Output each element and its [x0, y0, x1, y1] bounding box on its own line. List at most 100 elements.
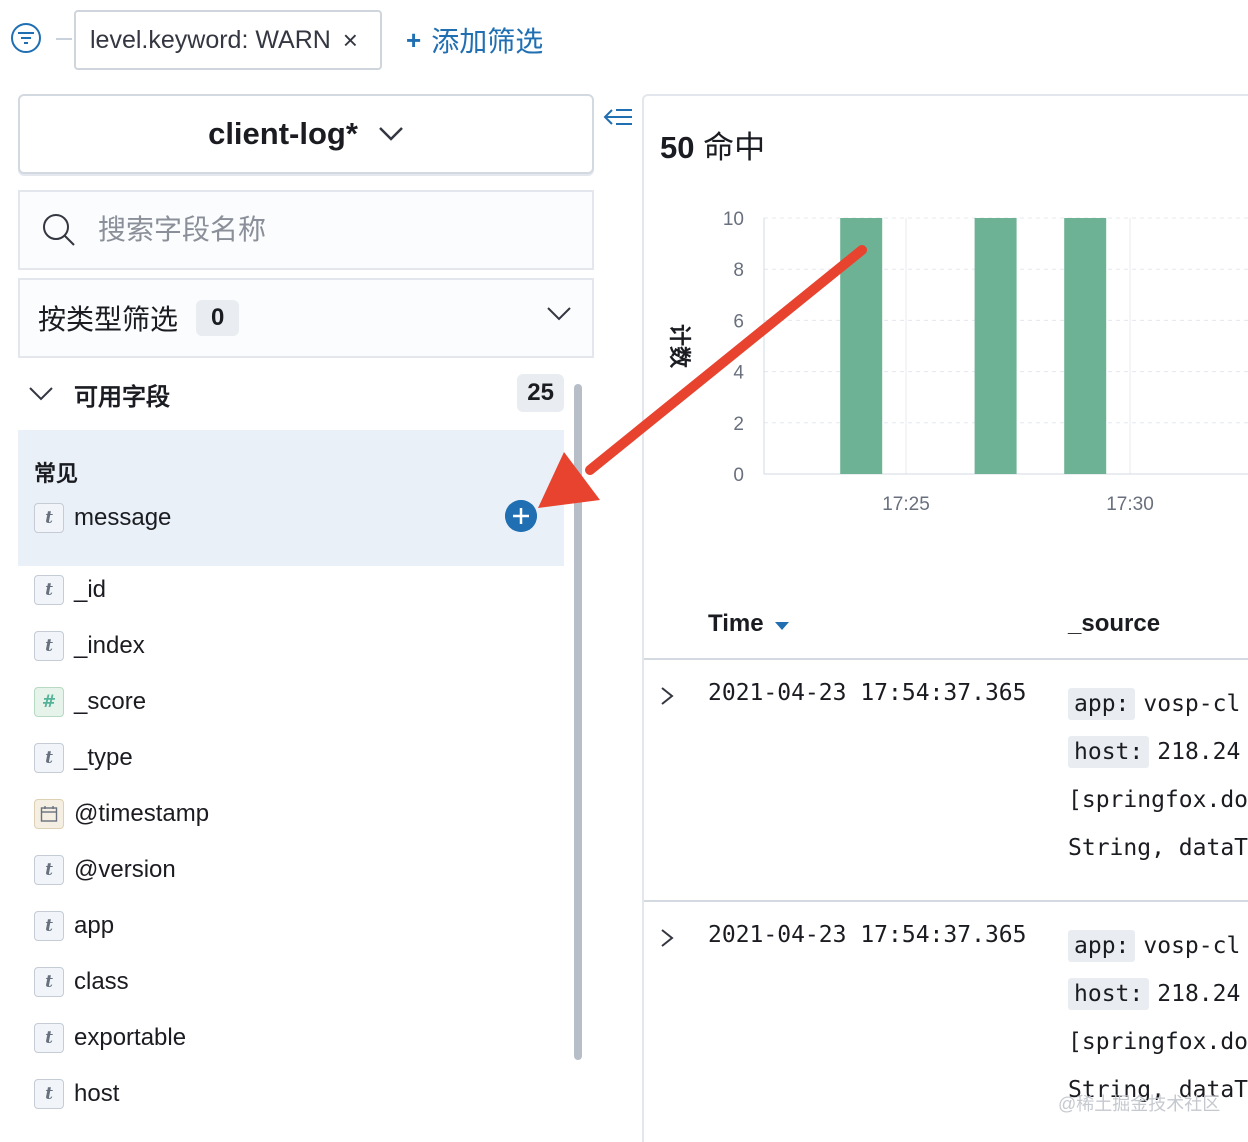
field-item[interactable]: t _id — [34, 574, 106, 606]
field-name: @timestamp — [74, 800, 210, 827]
source-value: 218.24 — [1157, 739, 1241, 765]
histogram-chart[interactable]: 0 2 4 6 8 10 17:25 17:30 计数 — [652, 196, 1248, 536]
search-icon — [43, 214, 75, 246]
watermark: @稀土掘金技术社区 — [1058, 1094, 1221, 1114]
source-text: String, dataT — [1068, 835, 1248, 861]
add-filter-button[interactable]: + 添加筛选 — [406, 20, 543, 60]
string-type-icon: t — [34, 743, 64, 773]
field-name: message — [74, 504, 172, 531]
y-tick-label: 2 — [733, 414, 744, 435]
sidebar-scrollbar[interactable] — [574, 384, 582, 1060]
add-field-button[interactable] — [505, 500, 537, 532]
source-value: vosp-cl — [1143, 933, 1241, 959]
field-name: app — [74, 912, 115, 939]
field-name: class — [74, 968, 129, 995]
field-item[interactable]: t exportable — [34, 1022, 186, 1054]
field-item[interactable]: t _index — [34, 630, 145, 662]
y-tick-label: 4 — [733, 363, 744, 384]
filter-pill[interactable]: level.keyword: WARN × — [74, 10, 382, 70]
chevron-down-icon — [547, 307, 571, 321]
string-type-icon: t — [34, 631, 64, 661]
field-item[interactable]: t _type — [34, 742, 133, 774]
type-filter-count: 0 — [196, 300, 240, 336]
y-tick-label: 10 — [723, 209, 744, 230]
field-item[interactable]: t host — [34, 1078, 119, 1110]
field-search-input[interactable] — [98, 214, 578, 246]
y-tick-label: 6 — [733, 311, 744, 332]
field-name: @version — [74, 856, 176, 883]
row-source: app: vosp-cl host: 218.24 [springfox.do St… — [1068, 922, 1248, 1114]
time-column-label: Time — [708, 610, 764, 637]
string-type-icon: t — [34, 503, 64, 533]
available-fields-label: 可用字段 — [74, 383, 170, 411]
available-fields-toggle[interactable]: 可用字段 25 — [28, 374, 564, 414]
string-type-icon: t — [34, 855, 64, 885]
common-fields-section: 常见 — [18, 430, 564, 566]
field-item[interactable]: t @version — [34, 854, 176, 886]
common-fields-label: 常见 — [34, 461, 79, 486]
chevron-down-icon — [379, 127, 403, 141]
number-type-icon: # — [34, 687, 64, 717]
type-filter-button[interactable]: 按类型筛选 0 — [18, 278, 594, 358]
filter-connector — [56, 38, 72, 40]
string-type-icon: t — [34, 1023, 64, 1053]
source-text: [springfox.do — [1068, 1029, 1248, 1055]
chevron-right-icon[interactable] — [660, 928, 674, 948]
field-name: exportable — [74, 1024, 187, 1051]
string-type-icon: t — [34, 911, 64, 941]
field-item[interactable]: t app — [34, 910, 114, 942]
table-row: 2021-04-23 17:54:37.365 app: vosp-cl host… — [644, 670, 1248, 910]
plus-icon: + — [406, 24, 422, 55]
available-fields-count: 25 — [517, 374, 564, 412]
x-tick-label: 17:30 — [1106, 494, 1154, 515]
y-tick-label: 0 — [733, 465, 744, 486]
source-key: app: — [1068, 930, 1136, 962]
row-source: app: vosp-cl host: 218.24 [springfox.do St… — [1068, 680, 1248, 872]
row-time: 2021-04-23 17:54:37.365 — [708, 680, 1027, 706]
type-filter-label: 按类型筛选 — [38, 304, 179, 335]
hits-number: 50 — [660, 130, 695, 165]
calendar-icon — [34, 799, 64, 829]
time-column-header[interactable]: Time — [708, 610, 790, 638]
field-item[interactable]: # _score — [34, 686, 146, 718]
source-text: [springfox.do — [1068, 787, 1248, 813]
remove-filter-icon[interactable]: × — [343, 25, 358, 56]
chevron-down-icon — [29, 387, 53, 401]
add-filter-label: 添加筛选 — [431, 26, 544, 57]
row-time: 2021-04-23 17:54:37.365 — [708, 922, 1027, 948]
histogram-bar — [840, 218, 883, 474]
collapse-sidebar-icon[interactable] — [602, 104, 634, 132]
histogram-svg: 0 2 4 6 8 10 17:25 17:30 计数 — [666, 209, 1248, 515]
string-type-icon: t — [34, 967, 64, 997]
field-name: host — [74, 1080, 120, 1107]
table-header-divider — [644, 658, 1248, 660]
filter-icon[interactable] — [10, 22, 42, 54]
field-name: _type — [74, 744, 133, 771]
histogram-bar — [974, 218, 1017, 474]
histogram-bar — [1064, 218, 1107, 474]
hits-count: 50 命中 — [660, 122, 765, 167]
index-pattern-selector[interactable]: client-log* — [18, 94, 594, 174]
y-axis-label: 计数 — [666, 324, 692, 369]
row-divider — [644, 900, 1248, 902]
chevron-right-icon[interactable] — [660, 686, 674, 706]
source-key: app: — [1068, 688, 1136, 720]
source-column-header: _source — [1068, 610, 1161, 637]
hits-label: 命中 — [703, 130, 766, 165]
string-type-icon: t — [34, 1079, 64, 1109]
field-item-message[interactable]: t message — [34, 502, 171, 534]
x-tick-label: 17:25 — [882, 494, 930, 515]
field-item[interactable]: @timestamp — [34, 798, 209, 830]
index-pattern-label: client-log* — [208, 116, 358, 151]
field-search-box — [18, 190, 594, 270]
field-item[interactable]: t class — [34, 966, 129, 998]
filter-pill-label: level.keyword: WARN — [90, 25, 331, 54]
source-value: 218.24 — [1157, 981, 1241, 1007]
sort-down-icon — [775, 622, 790, 630]
source-key: host: — [1068, 978, 1150, 1010]
field-name: _id — [74, 576, 107, 603]
source-value: vosp-cl — [1143, 691, 1241, 717]
y-tick-label: 8 — [733, 260, 744, 281]
string-type-icon: t — [34, 575, 64, 605]
source-key: host: — [1068, 736, 1150, 768]
